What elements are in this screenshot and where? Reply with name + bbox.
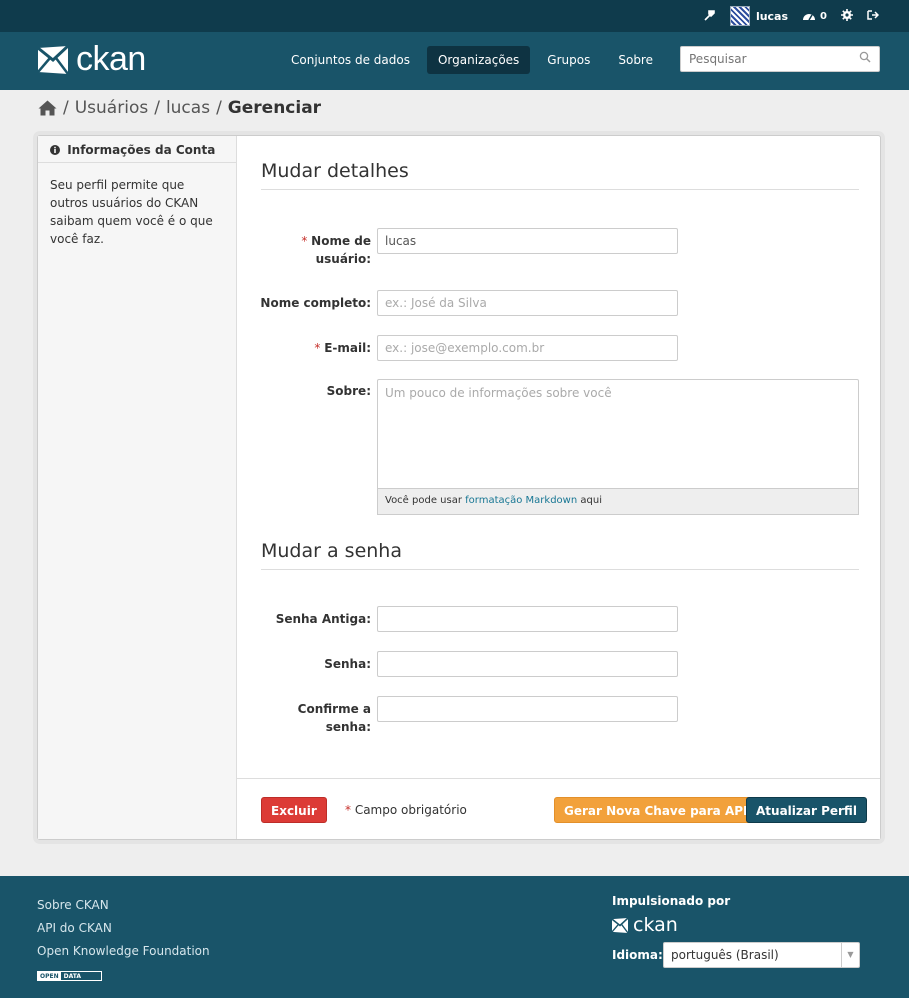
regenerate-api-key-button[interactable]: Gerar Nova Chave para API bbox=[554, 797, 758, 823]
chevron-down-icon: ▼ bbox=[841, 943, 859, 967]
content-wrapper: Informações da Conta Seu perfil permite … bbox=[37, 135, 881, 840]
powered-by: Impulsionado por bbox=[612, 894, 731, 908]
dashboard-count: 0 bbox=[820, 10, 827, 22]
search-input[interactable] bbox=[681, 47, 851, 71]
update-profile-button[interactable]: Atualizar Perfil bbox=[746, 797, 867, 823]
nav-groups[interactable]: Grupos bbox=[536, 46, 601, 74]
footer-ckan-logo[interactable]: ckan bbox=[612, 914, 678, 936]
footer-link-okf[interactable]: Open Knowledge Foundation bbox=[37, 940, 210, 963]
username-label: * Nome de usuário: bbox=[301, 234, 371, 266]
form-actions: Excluir * Campo obrigatório Gerar Nova C… bbox=[237, 778, 880, 839]
settings-icon[interactable] bbox=[841, 8, 853, 24]
avatar bbox=[729, 6, 750, 26]
account-bar: lucas 0 bbox=[0, 0, 909, 32]
email-label: * E-mail: bbox=[314, 341, 371, 355]
main-nav: Conjuntos de dados Organizações Grupos S… bbox=[280, 46, 664, 74]
password-field[interactable] bbox=[377, 651, 678, 677]
username-field[interactable]: lucas bbox=[377, 228, 678, 254]
breadcrumb-sep: / bbox=[216, 98, 222, 118]
footer-links: Sobre CKAN API do CKAN Open Knowledge Fo… bbox=[37, 894, 210, 986]
open-data-badge[interactable]: OPEN DATA bbox=[37, 971, 103, 981]
about-textarea[interactable]: Um pouco de informações sobre você bbox=[377, 379, 859, 489]
confirm-password-field[interactable] bbox=[377, 696, 678, 722]
ckan-logo[interactable]: ckan bbox=[38, 40, 146, 79]
sidebar-text: Seu perfil permite que outros usuários d… bbox=[50, 178, 213, 246]
search-box bbox=[680, 46, 880, 72]
dashboard-link[interactable]: 0 bbox=[802, 10, 827, 22]
breadcrumb-current: Gerenciar bbox=[227, 98, 322, 118]
sysadmin-icon[interactable] bbox=[704, 9, 716, 24]
breadcrumb-sep: / bbox=[154, 98, 160, 118]
old-password-label: Senha Antiga: bbox=[275, 612, 371, 626]
logo-text: ckan bbox=[76, 40, 146, 78]
divider bbox=[261, 189, 859, 190]
logout-icon[interactable] bbox=[867, 9, 880, 24]
fullname-label: Nome completo: bbox=[260, 296, 371, 310]
footer-link-about[interactable]: Sobre CKAN bbox=[37, 894, 210, 917]
language-select[interactable]: português (Brasil) ▼ bbox=[663, 942, 860, 968]
sidebar: Informações da Conta Seu perfil permite … bbox=[38, 136, 237, 839]
footer: Sobre CKAN API do CKAN Open Knowledge Fo… bbox=[0, 876, 909, 998]
nav-datasets[interactable]: Conjuntos de dados bbox=[280, 46, 421, 74]
user-link[interactable]: lucas bbox=[729, 6, 789, 26]
password-label: Senha: bbox=[324, 657, 371, 671]
password-heading: Mudar a senha bbox=[261, 540, 402, 562]
home-icon[interactable] bbox=[38, 100, 57, 116]
ckan-logo-icon bbox=[38, 45, 68, 74]
breadcrumb: / Usuários / lucas / Gerenciar bbox=[38, 98, 321, 118]
footer-link-api[interactable]: API do CKAN bbox=[37, 917, 210, 940]
nav-about[interactable]: Sobre bbox=[607, 46, 664, 74]
old-password-field[interactable] bbox=[377, 606, 678, 632]
confirm-password-label: Confirme a senha: bbox=[297, 702, 371, 734]
language-label: Idioma: bbox=[612, 948, 663, 962]
sidebar-heading: Informações da Conta bbox=[38, 136, 236, 163]
masthead: ckan Conjuntos de dados Organizações Gru… bbox=[0, 32, 909, 90]
delete-button[interactable]: Excluir bbox=[261, 797, 327, 823]
ckan-logo-icon bbox=[612, 917, 628, 933]
markdown-hint: Você pode usar formatação Markdown aqui bbox=[377, 489, 859, 515]
email-field[interactable]: ex.: jose@exemplo.com.br bbox=[377, 335, 678, 361]
fullname-field[interactable]: ex.: José da Silva bbox=[377, 290, 678, 316]
markdown-link[interactable]: formatação Markdown bbox=[465, 495, 577, 506]
details-heading: Mudar detalhes bbox=[261, 160, 409, 182]
info-icon bbox=[50, 145, 60, 155]
about-label: Sobre: bbox=[326, 384, 371, 398]
divider bbox=[261, 569, 859, 570]
username: lucas bbox=[755, 9, 789, 23]
required-note: * Campo obrigatório bbox=[345, 803, 467, 817]
dashboard-icon bbox=[803, 14, 816, 21]
nav-organizations[interactable]: Organizações bbox=[426, 46, 531, 74]
breadcrumb-user[interactable]: lucas bbox=[166, 98, 210, 118]
breadcrumb-sep: / bbox=[63, 98, 69, 118]
breadcrumb-users[interactable]: Usuários bbox=[75, 98, 148, 118]
search-icon[interactable] bbox=[859, 51, 871, 63]
sidebar-title: Informações da Conta bbox=[67, 143, 216, 157]
